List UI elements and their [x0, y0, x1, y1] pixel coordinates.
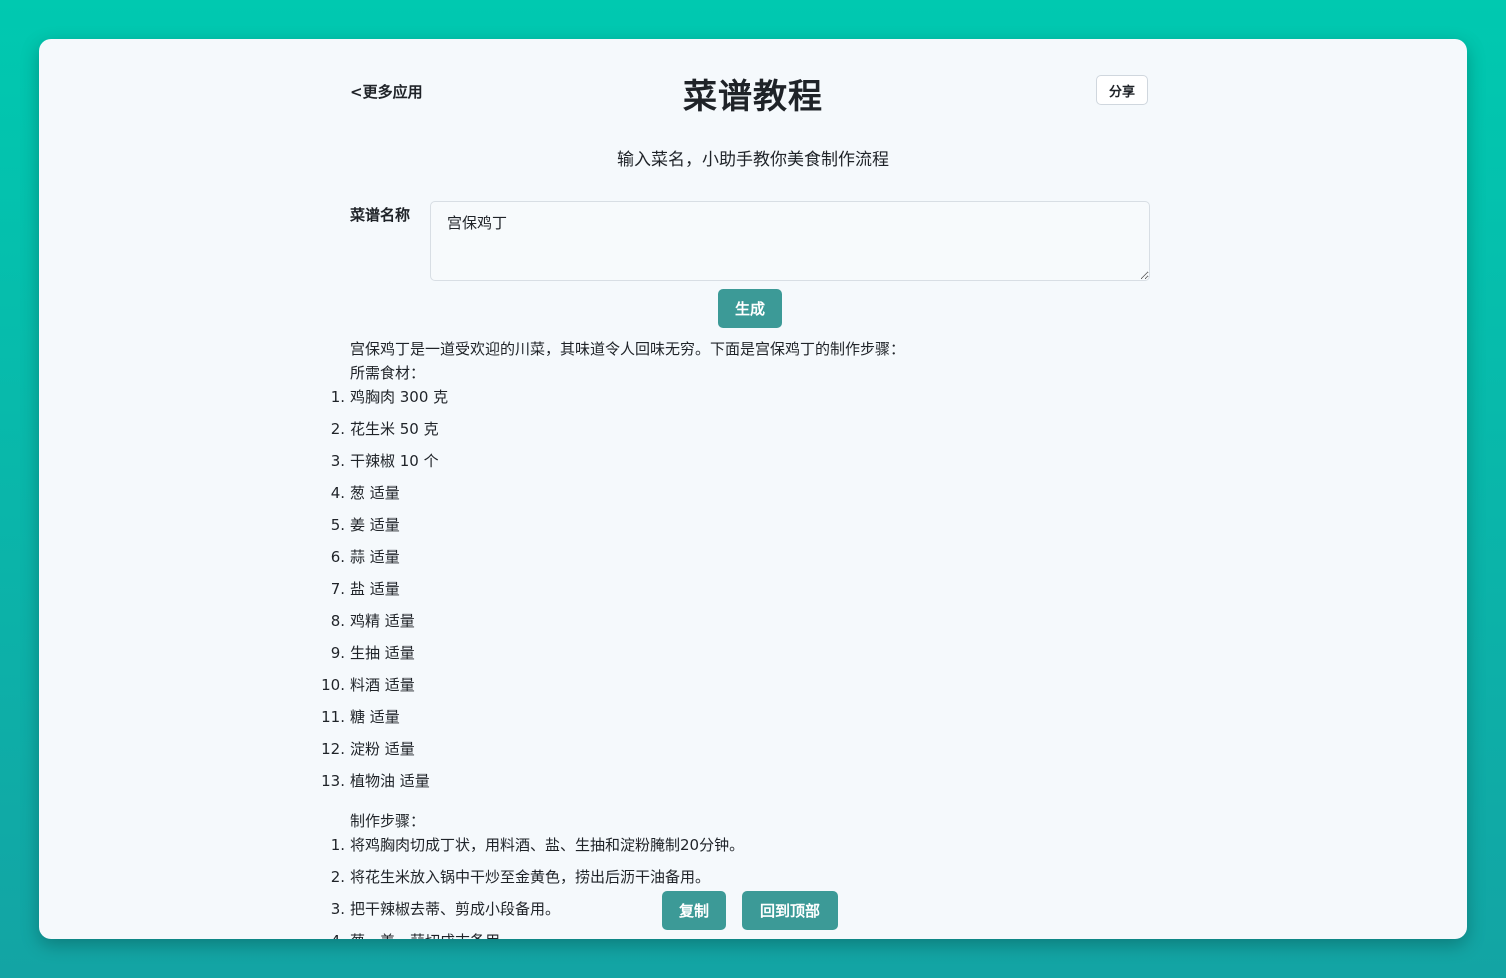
step-item-text: 将鸡胸肉切成丁状，用料酒、盐、生抽和淀粉腌制20分钟。 — [350, 836, 745, 854]
list-number: 5. — [330, 516, 345, 534]
list-number: 9. — [330, 644, 345, 662]
result-intro: 宫保鸡丁是一道受欢迎的川菜，其味道令人回味无穷。下面是宫保鸡丁的制作步骤： — [350, 340, 906, 358]
ingredient-item: 1. 鸡胸肉 300 克 — [331, 385, 1150, 417]
ingredient-item: 5. 姜 适量 — [331, 513, 1150, 545]
ingredient-item-text: 料酒 适量 — [350, 676, 415, 694]
list-number: 12. — [321, 740, 345, 758]
list-number: 7. — [330, 580, 345, 598]
step-item-text: 把干辣椒去蒂、剪成小段备用。 — [350, 900, 561, 918]
list-number: 13. — [321, 772, 345, 790]
list-number: 10. — [321, 676, 345, 694]
ingredient-item: 4. 葱 适量 — [331, 481, 1150, 513]
ingredients-heading: 所需食材： — [350, 364, 426, 382]
step-item: 4.葱、姜、蒜切成末备用。 — [331, 929, 1150, 939]
list-number: 3. — [330, 900, 345, 918]
ingredient-item-text: 干辣椒 10 个 — [350, 452, 439, 470]
ingredient-item: 2. 花生米 50 克 — [331, 417, 1150, 449]
list-number: 8. — [330, 612, 345, 630]
step-item: 1. 将鸡胸肉切成丁状，用料酒、盐、生抽和淀粉腌制20分钟。 — [331, 833, 1150, 865]
list-number: 6. — [330, 548, 345, 566]
ingredient-item-text: 葱 适量 — [350, 484, 400, 502]
ingredient-item-text: 盐 适量 — [350, 580, 400, 598]
ingredients-list: 1. 鸡胸肉 300 克 2. 花生米 50 克 3. 干辣椒 10 个 4. 葱 适量 5. 姜… — [321, 385, 1150, 801]
list-number: 4. — [330, 484, 345, 502]
app-window: <更多应用 菜谱教程 分享 输入菜名，小助手教你美食制作流程 菜谱名称 生成 宫… — [39, 39, 1467, 939]
steps-heading: 制作步骤： — [350, 812, 426, 830]
recipe-result: 宫保鸡丁是一道受欢迎的川菜，其味道令人回味无穷。下面是宫保鸡丁的制作步骤： 所需… — [321, 337, 1150, 939]
ingredient-item-text: 糖 适量 — [350, 708, 400, 726]
list-number: 1. — [330, 836, 345, 854]
list-number: 3. — [330, 452, 345, 470]
ingredient-item-text: 淀粉 适量 — [350, 740, 415, 758]
ingredient-item: 8. 鸡精 适量 — [331, 609, 1150, 641]
generate-button[interactable]: 生成 — [718, 289, 782, 328]
ingredient-item-text: 植物油 适量 — [350, 772, 430, 790]
ingredient-item-text: 蒜 适量 — [350, 548, 400, 566]
ingredient-item-text: 花生米 50 克 — [350, 420, 439, 438]
list-number: 2. — [330, 420, 345, 438]
copy-button[interactable]: 复制 — [662, 891, 726, 930]
ingredient-item: 3. 干辣椒 10 个 — [331, 449, 1150, 481]
recipe-name-label: 菜谱名称 — [350, 206, 411, 224]
page-subtitle: 输入菜名，小助手教你美食制作流程 — [617, 150, 889, 170]
list-number: 1. — [330, 388, 345, 406]
ingredient-item: 6. 蒜 适量 — [331, 545, 1150, 577]
ingredient-item: 12. 淀粉 适量 — [321, 737, 1150, 769]
ingredient-item: 9. 生抽 适量 — [331, 641, 1150, 673]
ingredient-item-text: 姜 适量 — [350, 516, 400, 534]
ingredient-item: 11. 糖 适量 — [321, 705, 1150, 737]
page-title: 菜谱教程 — [683, 77, 823, 117]
step-item-text: 葱、姜、蒜切成末备用。 — [350, 932, 515, 939]
list-number: 2. — [330, 868, 345, 886]
share-button[interactable]: 分享 — [1096, 75, 1148, 105]
back-to-top-button[interactable]: 回到顶部 — [742, 891, 838, 930]
list-number: 11. — [321, 708, 345, 726]
ingredient-item-text: 鸡精 适量 — [350, 612, 415, 630]
recipe-name-input[interactable] — [430, 201, 1150, 281]
ingredient-item: 10. 料酒 适量 — [321, 673, 1150, 705]
ingredient-item-text: 生抽 适量 — [350, 644, 415, 662]
ingredient-item: 13. 植物油 适量 — [321, 769, 1150, 801]
ingredient-item: 7. 盐 适量 — [331, 577, 1150, 609]
step-item-text: 将花生米放入锅中干炒至金黄色，捞出后沥干油备用。 — [350, 868, 711, 886]
list-number: 4. — [305, 929, 345, 939]
ingredient-item-text: 鸡胸肉 300 克 — [350, 388, 449, 406]
